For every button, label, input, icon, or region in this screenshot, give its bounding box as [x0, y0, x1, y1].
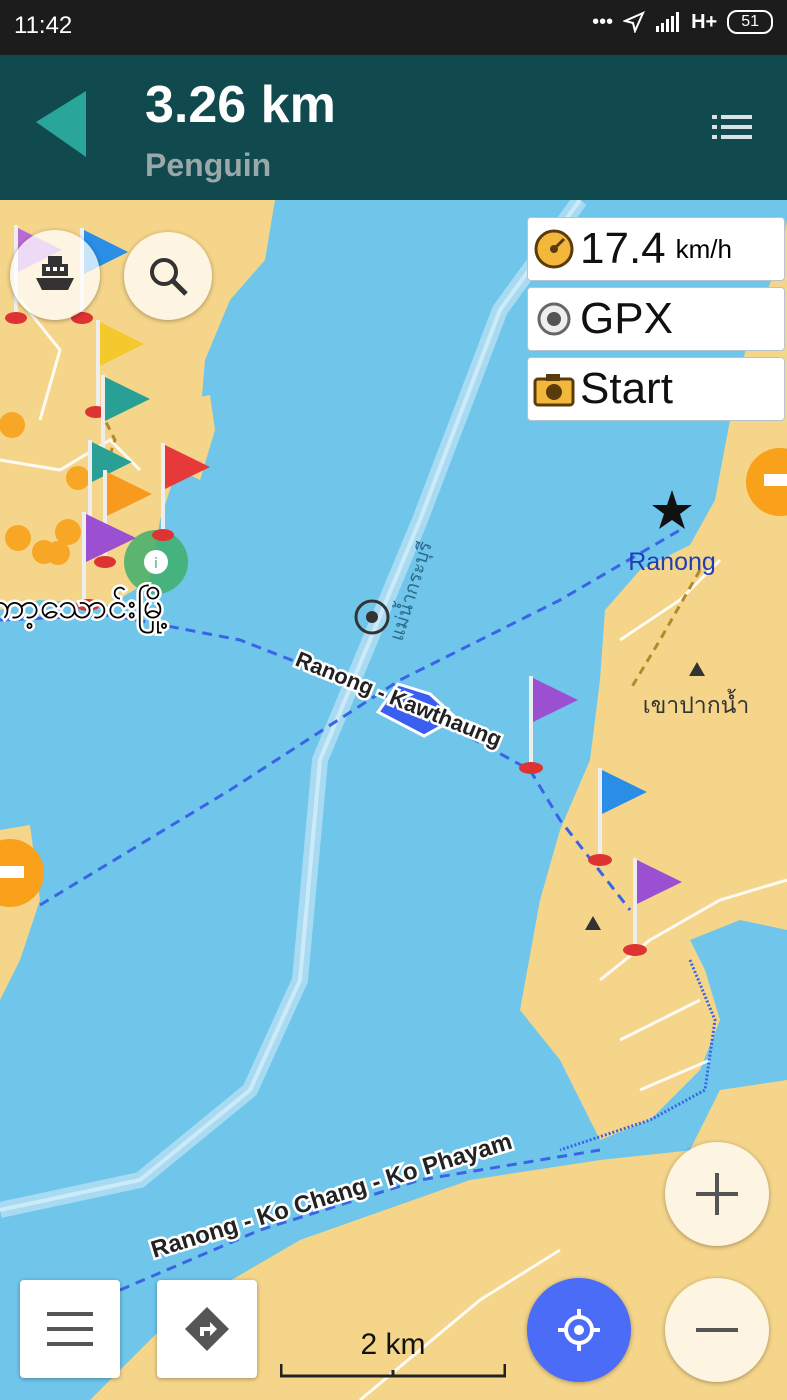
scale-bar [280, 1364, 506, 1378]
my-location-button[interactable] [527, 1278, 631, 1382]
turn-arrow-icon[interactable] [36, 91, 88, 157]
network-type: H+ [691, 10, 718, 33]
signal-icon [656, 12, 680, 32]
gpx-label: GPX [580, 294, 673, 343]
label-city: Ranong [628, 548, 716, 576]
zoom-in-button[interactable] [665, 1142, 769, 1246]
my-location-icon [558, 1309, 600, 1351]
zoom-out-icon [696, 1328, 738, 1332]
list-icon[interactable] [712, 115, 752, 139]
ferry-icon [36, 256, 74, 290]
navigation-bar: 3.26 km Penguin [0, 55, 787, 200]
camera-icon [533, 374, 575, 407]
directions-button[interactable] [157, 1280, 257, 1378]
battery-icon: 51 [727, 10, 773, 34]
speedometer-icon [534, 229, 574, 269]
location-arrow-icon [623, 11, 646, 33]
camera-widget[interactable]: Start [527, 357, 785, 421]
zoom-out-button[interactable] [665, 1278, 769, 1382]
map-scale: 2 km [280, 1328, 506, 1378]
gpx-widget[interactable]: GPX [527, 287, 785, 351]
search-icon [150, 258, 188, 296]
more-dots-icon: ••• [592, 10, 614, 33]
zoom-in-icon [696, 1173, 738, 1215]
status-time: 11:42 [14, 12, 73, 39]
label-myanmar-town: ကော့သောင်းမြို့ [0, 585, 169, 634]
ferry-button[interactable] [10, 230, 100, 320]
svg-text:i: i [154, 556, 158, 572]
speed-value: 17.4 [580, 224, 666, 273]
camera-label: Start [580, 364, 673, 413]
record-icon [537, 302, 571, 336]
menu-button[interactable] [20, 1280, 120, 1378]
status-bar: 11:42 ••• H+ 51 [0, 0, 787, 55]
scale-label: 2 km [360, 1328, 426, 1361]
next-street: Penguin [145, 147, 272, 183]
directions-icon [185, 1307, 229, 1351]
status-icons: ••• H+ 51 [592, 10, 773, 34]
search-button[interactable] [124, 232, 212, 320]
distance-to-turn: 3.26 km [145, 76, 336, 134]
speed-unit: km/h [675, 233, 732, 264]
speed-widget[interactable]: 17.4 km/h [527, 217, 785, 281]
label-thai-place: เขาปากน้ำ [643, 689, 750, 719]
menu-icon [47, 1312, 93, 1346]
